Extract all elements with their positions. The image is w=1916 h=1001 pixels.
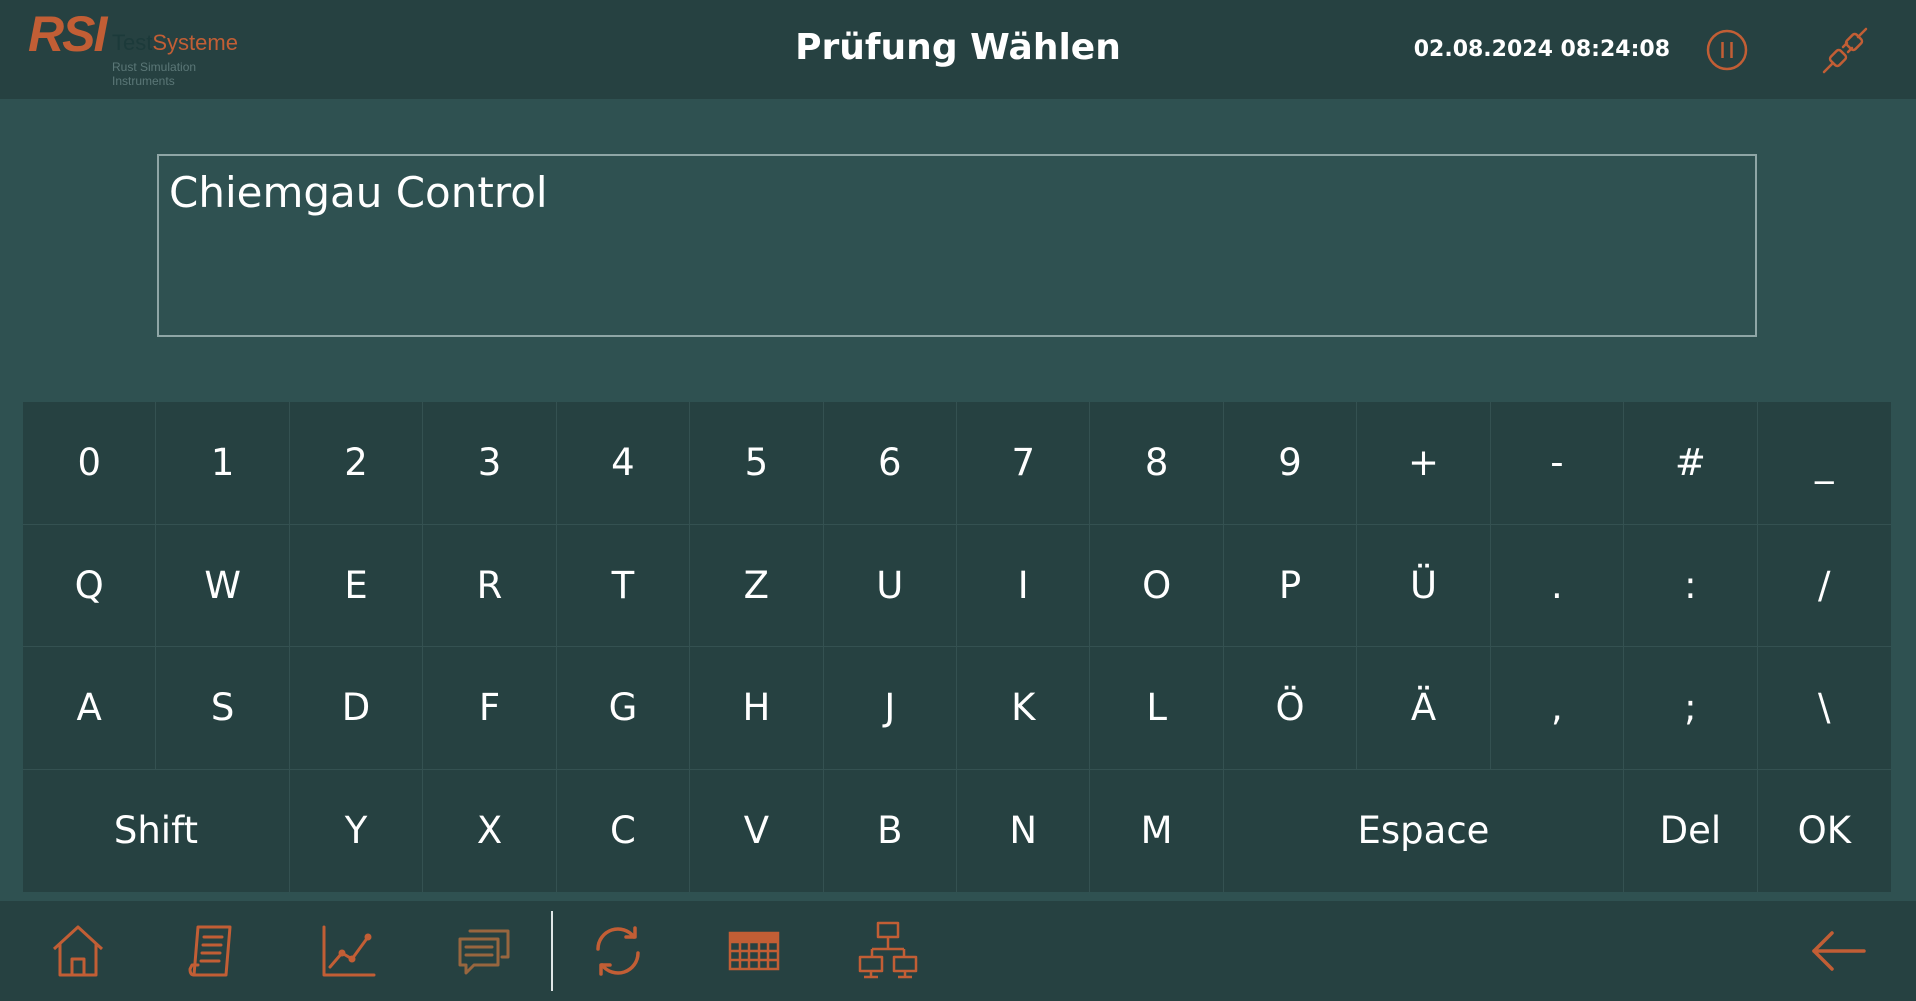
key-symbol-1-13[interactable]: / — [1757, 525, 1891, 647]
text-input-field[interactable]: Chiemgau Control — [157, 154, 1757, 337]
key-o[interactable]: O — [1090, 524, 1224, 647]
key-q[interactable]: Q — [23, 524, 157, 647]
header-bar: RSI TestSysteme Rust Simulation Instrume… — [0, 0, 1916, 99]
document-list-icon — [188, 925, 232, 977]
key-y[interactable]: Y — [290, 769, 424, 892]
key-symbol-0-11[interactable]: - — [1490, 402, 1625, 525]
pause-circle-icon — [1706, 29, 1748, 71]
arrow-left-icon — [1812, 931, 1866, 971]
key-4[interactable]: 4 — [556, 402, 691, 525]
key-symbol-0-13[interactable]: _ — [1757, 402, 1891, 525]
plug-disconnected-icon — [1822, 27, 1868, 74]
key-r[interactable]: R — [423, 524, 557, 647]
key-x[interactable]: X — [423, 769, 557, 892]
key-g[interactable]: G — [556, 647, 691, 770]
key-7[interactable]: 7 — [957, 402, 1091, 525]
messages-icon — [458, 929, 510, 975]
key-ue[interactable]: Ü — [1357, 524, 1491, 647]
line-chart-icon — [322, 925, 376, 977]
key-symbol-0-10[interactable]: + — [1357, 402, 1491, 525]
nav-network-button[interactable] — [856, 919, 920, 983]
key-ae[interactable]: Ä — [1357, 647, 1491, 770]
key-3[interactable]: 3 — [423, 402, 557, 525]
key-ok[interactable]: OK — [1758, 770, 1891, 893]
pause-button[interactable] — [1705, 28, 1749, 72]
key-a[interactable]: A — [23, 647, 157, 770]
key-w[interactable]: W — [156, 524, 290, 647]
key-2[interactable]: 2 — [289, 402, 424, 525]
nav-grid-button[interactable] — [722, 919, 786, 983]
key-h[interactable]: H — [690, 647, 824, 770]
key-espace[interactable]: Espace — [1224, 769, 1625, 892]
home-icon — [52, 925, 104, 977]
key-u[interactable]: U — [823, 524, 957, 647]
connection-button[interactable] — [1820, 25, 1870, 75]
key-shift[interactable]: Shift — [23, 769, 290, 892]
key-s[interactable]: S — [156, 647, 290, 770]
key-j[interactable]: J — [823, 647, 957, 770]
key-d[interactable]: D — [289, 647, 424, 770]
key-k[interactable]: K — [957, 647, 1091, 770]
key-symbol-2-12[interactable]: ; — [1624, 647, 1758, 770]
nav-home-button[interactable] — [46, 919, 110, 983]
nav-divider — [551, 911, 553, 991]
footer-nav-bar — [0, 901, 1916, 1001]
key-9[interactable]: 9 — [1223, 402, 1358, 525]
key-1[interactable]: 1 — [156, 402, 290, 525]
key-i[interactable]: I — [957, 524, 1091, 647]
nav-chart-button[interactable] — [316, 919, 380, 983]
key-v[interactable]: V — [690, 769, 824, 892]
nav-documents-button[interactable] — [180, 919, 244, 983]
nav-messages-button[interactable] — [452, 919, 516, 983]
key-t[interactable]: T — [556, 524, 691, 647]
key-f[interactable]: F — [423, 647, 557, 770]
back-button[interactable] — [1806, 919, 1870, 983]
key-symbol-2-13[interactable]: \ — [1757, 647, 1891, 770]
datetime-display: 02.08.2024 08:24:08 — [1413, 37, 1670, 62]
key-m[interactable]: M — [1090, 769, 1224, 892]
network-icon — [858, 921, 918, 979]
key-symbol-0-12[interactable]: # — [1624, 402, 1758, 525]
key-l[interactable]: L — [1090, 647, 1224, 770]
key-del[interactable]: Del — [1624, 769, 1758, 892]
key-b[interactable]: B — [824, 769, 957, 892]
on-screen-keyboard: 0 1 2 3 4 5 6 7 8 9 + - # _ Q W E R T Z U I O P Ü.: / A S D F G H J K L Ö Ä,… — [23, 402, 1891, 892]
key-n[interactable]: N — [957, 769, 1091, 892]
key-e[interactable]: E — [289, 524, 424, 647]
key-symbol-2-11[interactable]: , — [1490, 647, 1625, 770]
key-oe[interactable]: Ö — [1223, 647, 1358, 770]
key-symbol-1-11[interactable]: . — [1490, 524, 1625, 647]
key-6[interactable]: 6 — [823, 402, 957, 525]
key-0[interactable]: 0 — [23, 402, 157, 525]
key-5[interactable]: 5 — [690, 402, 824, 525]
key-8[interactable]: 8 — [1090, 402, 1224, 525]
key-z[interactable]: Z — [690, 524, 824, 647]
key-c[interactable]: C — [557, 769, 691, 892]
nav-refresh-button[interactable] — [586, 919, 650, 983]
key-p[interactable]: P — [1223, 524, 1358, 647]
key-symbol-1-12[interactable]: : — [1624, 524, 1758, 647]
grid-icon — [728, 931, 780, 971]
refresh-icon — [596, 926, 640, 976]
